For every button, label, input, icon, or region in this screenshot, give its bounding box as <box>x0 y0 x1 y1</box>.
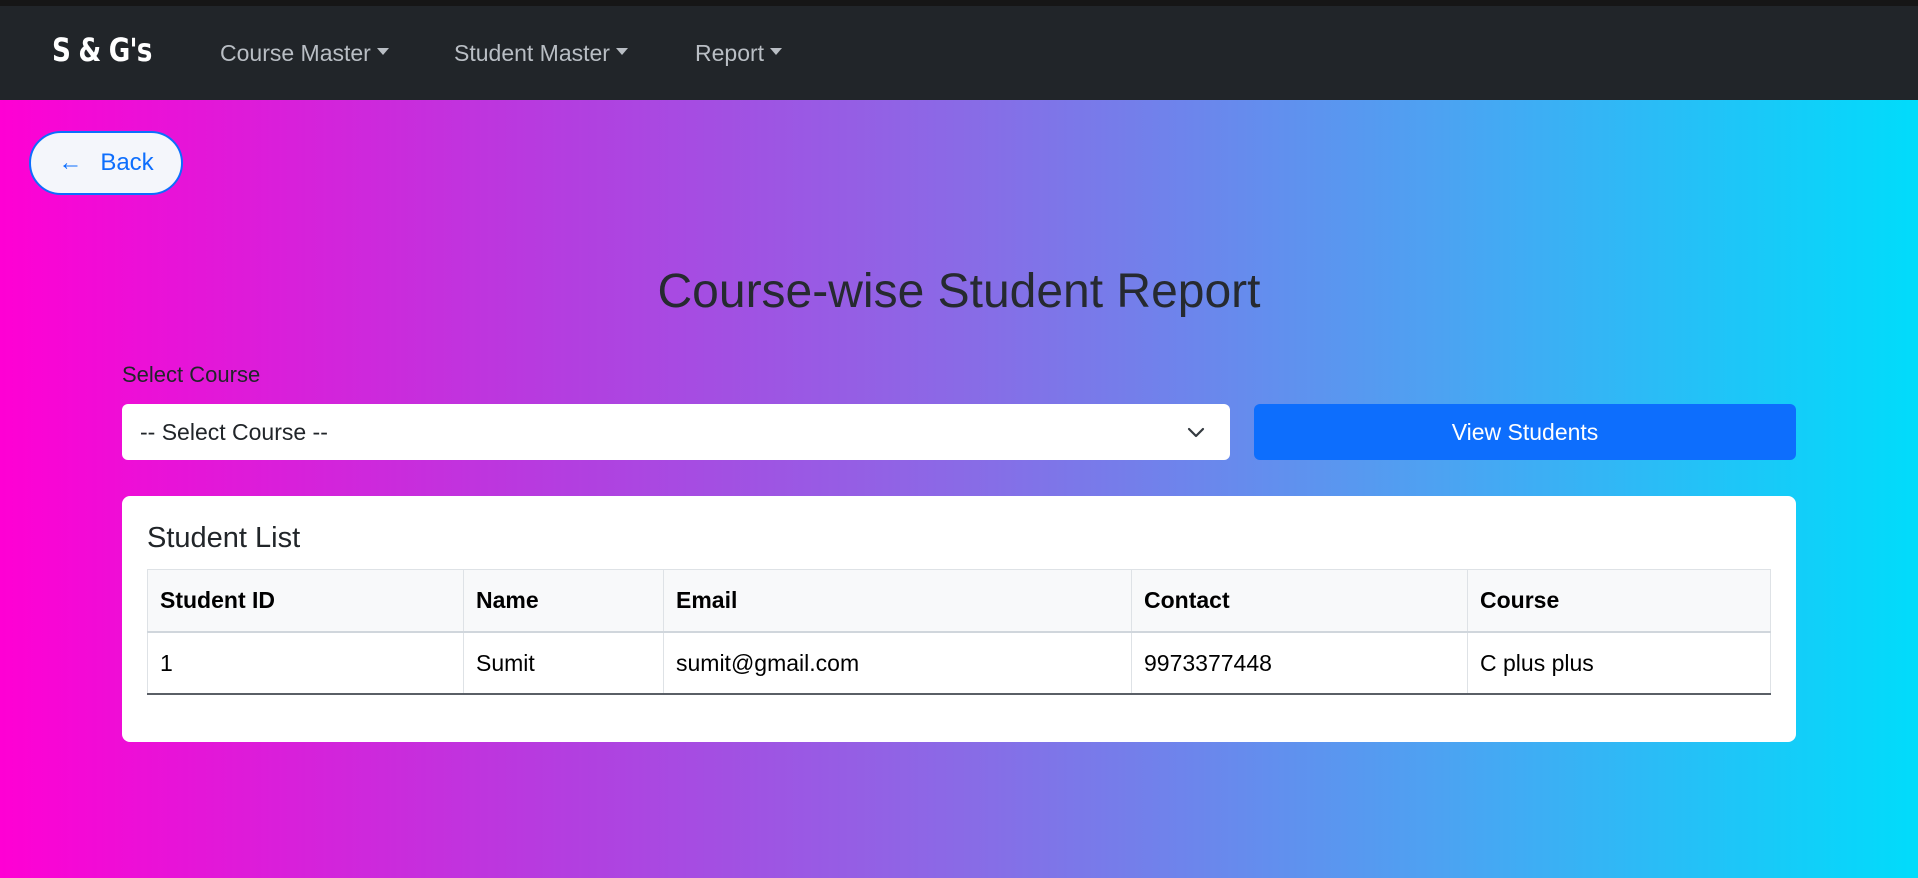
column-header-student-id: Student ID <box>147 569 464 633</box>
arrow-left-icon: ← <box>58 149 83 176</box>
caret-down-icon <box>376 47 389 55</box>
student-table: Student ID Name Email Contact Course 1 S… <box>147 569 1771 695</box>
nav-report-label: Report <box>695 39 765 66</box>
view-students-button[interactable]: View Students <box>1254 404 1796 460</box>
back-button-label: Back <box>100 149 154 176</box>
brand-logo[interactable]: S & G's <box>52 34 152 66</box>
caret-down-icon <box>615 47 628 55</box>
column-header-course: Course <box>1467 569 1771 633</box>
column-header-email: Email <box>663 569 1132 633</box>
column-header-contact: Contact <box>1131 569 1468 633</box>
top-navbar: S & G's Course Master Student Master Rep… <box>0 6 1918 100</box>
column-header-name: Name <box>463 569 664 633</box>
cell-course: C plus plus <box>1467 631 1771 695</box>
cell-contact: 9973377448 <box>1131 631 1468 695</box>
back-button[interactable]: ← Back <box>29 131 183 195</box>
cell-name: Sumit <box>463 631 664 695</box>
cell-email: sumit@gmail.com <box>663 631 1132 695</box>
student-list-card: Student List Student ID Name Email Conta… <box>122 496 1796 742</box>
table-header-row: Student ID Name Email Contact Course <box>147 569 1771 633</box>
nav-report[interactable]: Report <box>695 6 783 100</box>
cell-student-id: 1 <box>147 631 464 695</box>
nav-student-master[interactable]: Student Master <box>454 6 628 100</box>
course-select[interactable]: -- Select Course -- <box>122 404 1230 460</box>
page-title: Course-wise Student Report <box>657 265 1261 318</box>
table-row: 1 Sumit sumit@gmail.com 9973377448 C plu… <box>147 631 1771 695</box>
nav-course-master[interactable]: Course Master <box>220 6 389 100</box>
nav-student-master-label: Student Master <box>454 39 610 66</box>
course-select-value: -- Select Course -- <box>140 418 328 445</box>
caret-down-icon <box>770 47 783 55</box>
select-course-label: Select Course <box>122 362 261 387</box>
nav-course-master-label: Course Master <box>220 39 371 66</box>
student-list-title: Student List <box>147 522 301 554</box>
chevron-down-icon <box>1187 427 1205 438</box>
